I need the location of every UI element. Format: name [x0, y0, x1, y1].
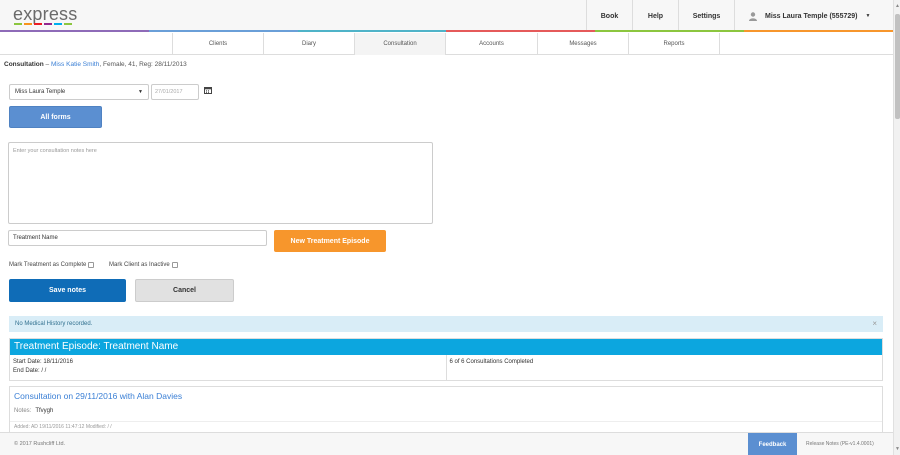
- new-treatment-episode-button[interactable]: New Treatment Episode: [274, 230, 386, 252]
- client-link[interactable]: Miss Katie Smith: [51, 61, 99, 68]
- copyright: © 2017 Rushcliff Ltd.: [14, 441, 66, 447]
- mark-inactive-checkbox[interactable]: Mark Client as Inactive: [109, 262, 178, 268]
- episode-start-date: Start Date: 18/11/2016: [13, 359, 73, 365]
- tab-diary[interactable]: Diary: [263, 33, 354, 55]
- consultation-notes: Notes: Tfvygh: [14, 408, 53, 414]
- alert-text: No Medical History recorded.: [15, 321, 93, 327]
- user-name: Miss Laura Temple (555729): [765, 12, 858, 20]
- scroll-down-icon[interactable]: ▼: [895, 446, 900, 452]
- episode-title: Treatment Episode: Treatment Name: [10, 339, 882, 355]
- checkbox-icon[interactable]: [88, 262, 95, 268]
- consultation-title-link[interactable]: Consultation on 29/11/2016 with Alan Dav…: [14, 391, 182, 401]
- feedback-button[interactable]: Feedback: [748, 433, 797, 455]
- divider: [10, 421, 882, 422]
- scrollbar-thumb[interactable]: [895, 14, 900, 119]
- breadcrumb-separator: –: [43, 61, 51, 68]
- tab-accounts[interactable]: Accounts: [445, 33, 537, 55]
- logo-stripes: [14, 23, 72, 25]
- page-title: Consultation: [4, 61, 44, 68]
- treatment-episode-panel: Treatment Episode: Treatment Name Start …: [9, 338, 883, 381]
- episode-details-row: Start Date: 18/11/2016 End Date: / / 6 o…: [10, 355, 882, 380]
- top-header: express Book Help Settings Miss Laura Te…: [0, 0, 893, 32]
- user-menu[interactable]: Miss Laura Temple (555729) ▼: [734, 0, 893, 32]
- nav-help[interactable]: Help: [632, 0, 678, 32]
- nav-settings[interactable]: Settings: [678, 0, 734, 32]
- consultation-notes-textarea[interactable]: Enter your consultation notes here: [8, 142, 433, 224]
- practitioner-select[interactable]: Miss Laura Temple ▼: [9, 84, 149, 100]
- vertical-scrollbar[interactable]: ▲ ▼: [893, 0, 900, 455]
- tab-divider: [719, 33, 720, 55]
- scroll-up-icon[interactable]: ▲: [895, 3, 900, 9]
- client-details: , Female, 41, Reg: 28/11/2013: [99, 61, 187, 68]
- consultation-entry: Consultation on 29/11/2016 with Alan Dav…: [9, 386, 883, 432]
- tab-clients[interactable]: Clients: [172, 33, 263, 55]
- user-icon: [749, 11, 757, 21]
- practitioner-value: Miss Laura Temple: [15, 89, 66, 95]
- breadcrumb: Consultation – Miss Katie Smith, Female,…: [4, 61, 187, 68]
- mark-inactive-label: Mark Client as Inactive: [109, 262, 170, 268]
- cancel-button[interactable]: Cancel: [135, 279, 234, 302]
- episode-progress: 6 of 6 Consultations Completed: [445, 355, 883, 380]
- calendar-icon[interactable]: [204, 86, 212, 94]
- date-input[interactable]: 27/01/2017: [151, 84, 199, 100]
- tab-reports[interactable]: Reports: [628, 33, 719, 55]
- episode-end-date: End Date: / /: [13, 368, 47, 374]
- nav-book[interactable]: Book: [586, 0, 632, 32]
- mark-complete-checkbox[interactable]: Mark Treatment as Complete: [9, 262, 95, 268]
- treatment-name-input[interactable]: Treatment Name: [8, 230, 267, 246]
- tab-consultation[interactable]: Consultation: [354, 33, 445, 55]
- checkbox-icon[interactable]: [171, 262, 178, 268]
- medical-history-alert: No Medical History recorded. ×: [9, 316, 883, 332]
- chevron-down-icon: ▼: [865, 13, 871, 19]
- tab-messages[interactable]: Messages: [537, 33, 628, 55]
- release-notes-link[interactable]: Release Notes (PE-v1.4.0001): [806, 441, 874, 447]
- footer: © 2017 Rushcliff Ltd. Feedback Release N…: [0, 432, 893, 455]
- episode-dates: Start Date: 18/11/2016 End Date: / /: [10, 355, 446, 380]
- rainbow-stripe: [0, 30, 893, 32]
- added-info: Added: AD 19/11/2016 11:47:12 Modified: …: [14, 424, 112, 430]
- save-notes-button[interactable]: Save notes: [9, 279, 126, 302]
- section-nav: Clients Diary Consultation Accounts Mess…: [0, 33, 893, 55]
- notes-label: Notes:: [14, 408, 32, 414]
- notes-value: Tfvygh: [35, 408, 54, 414]
- caret-down-icon: ▼: [138, 89, 143, 95]
- express-logo[interactable]: express: [13, 4, 77, 25]
- close-icon[interactable]: ×: [872, 316, 877, 332]
- top-nav: Book Help Settings Miss Laura Temple (55…: [586, 0, 893, 32]
- all-forms-button[interactable]: All forms: [9, 106, 102, 128]
- mark-complete-label: Mark Treatment as Complete: [9, 262, 87, 268]
